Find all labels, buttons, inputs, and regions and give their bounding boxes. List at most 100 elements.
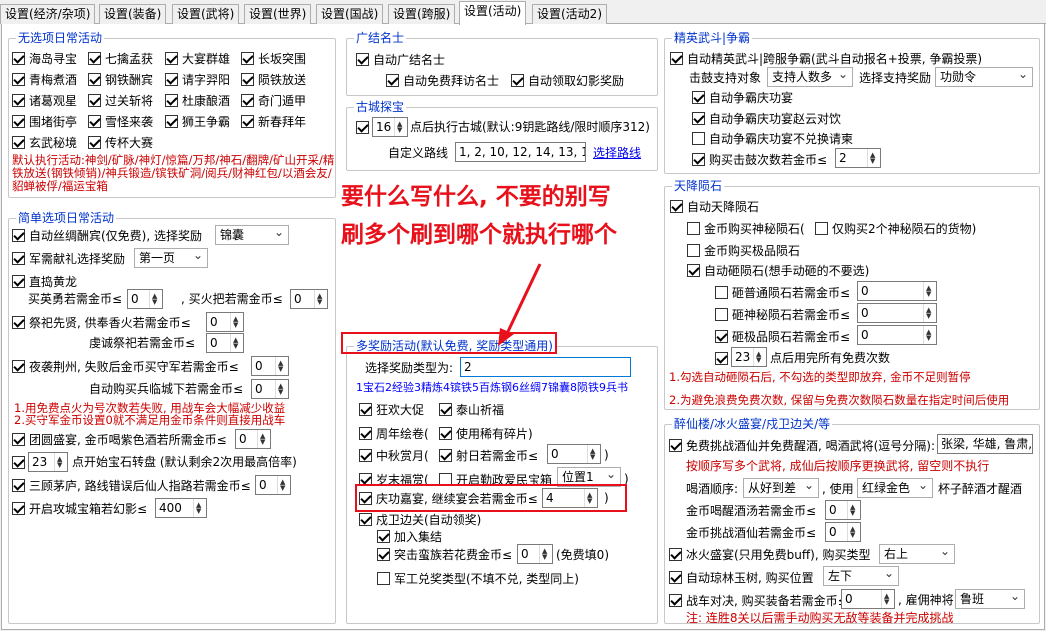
zhidao-checkbox[interactable]: 直捣黄龙	[12, 272, 77, 290]
chariot-checkbox[interactable]: 战车对决, 购买装备若需金币≤	[669, 591, 848, 609]
ice-fire-select[interactable]: 右上	[879, 544, 955, 564]
no-option-item-checkbox[interactable]: 狮王争霸	[165, 112, 230, 130]
auto-buy-soldier-stepper[interactable]: 0	[251, 377, 289, 401]
three-visits-stepper[interactable]: 0	[255, 473, 291, 497]
cup-color-select[interactable]: 红绿金色	[857, 478, 933, 498]
celebrate-checkbox[interactable]: 庆功嘉宴, 继续宴会若需金币≤	[359, 489, 538, 507]
smash-best-stepper[interactable]: 0	[857, 323, 937, 347]
buy-drum-stepper[interactable]: 2	[835, 146, 881, 170]
night-raid-checkbox[interactable]: 夜袭荆州, 失败后金币买守军若需金币≤	[12, 357, 239, 375]
elite-drink-checkbox[interactable]: 自动争霸庆功宴赵云对饮	[692, 109, 841, 127]
no-option-item-checkbox[interactable]: 七擒孟获	[88, 49, 153, 67]
attack-city-stepper[interactable]: 400	[155, 496, 207, 520]
no-option-item-checkbox[interactable]: 过关斩将	[88, 91, 153, 109]
buy-best-checkbox[interactable]: 金币购买极品陨石	[687, 241, 800, 259]
tab-generals[interactable]: 设置(武将)	[172, 4, 240, 24]
no-option-item-checkbox[interactable]: 诸葛观星	[12, 91, 77, 109]
sincere-stepper[interactable]: 0	[206, 331, 244, 355]
chariot-stepper[interactable]: 0	[841, 587, 895, 611]
jade-count-stepper[interactable]: 23	[28, 450, 68, 474]
charge-checkbox[interactable]: 突击蛮族若花费金币≤	[377, 545, 512, 563]
no-option-item-checkbox[interactable]: 陨铁放送	[241, 70, 306, 88]
tab-equipment[interactable]: 设置(装备)	[99, 4, 167, 24]
mid-autumn-checkbox[interactable]: 中秋赏月(	[359, 446, 429, 464]
no-option-item-checkbox[interactable]: 海岛寻宝	[12, 49, 77, 67]
gold-sober-stepper[interactable]: 0	[825, 498, 861, 522]
no-option-item-checkbox[interactable]: 奇门遁甲	[241, 91, 306, 109]
tab-events[interactable]: 设置(活动)	[459, 1, 527, 25]
free-times-stepper[interactable]: 23	[731, 345, 767, 369]
generals-input[interactable]: 张梁, 华雄, 鲁肃,	[937, 434, 1033, 454]
stepper-arrows[interactable]	[881, 587, 894, 611]
hire-select[interactable]: 鲁班	[955, 589, 1025, 609]
buy-mystery-checkbox[interactable]: 金币购买神秘陨石(	[687, 219, 805, 237]
smash-mystery-stepper[interactable]: 0	[857, 301, 937, 325]
stepper-arrows[interactable]	[847, 498, 860, 522]
stepper-arrows[interactable]	[54, 450, 67, 474]
no-option-item-checkbox[interactable]: 长坂突围	[241, 49, 306, 67]
recruit-auto-checkbox[interactable]: 自动广结名士	[356, 50, 445, 68]
stepper-arrows[interactable]	[314, 287, 327, 311]
stepper-arrows[interactable]	[539, 542, 552, 566]
sacrifice-checkbox[interactable]: 祭祀先贤, 供奉香火若需金币≤	[12, 313, 191, 331]
free-challenge-checkbox[interactable]: 免费挑战酒仙并免费醒酒, 喝酒武将(逗号分隔):	[669, 436, 935, 454]
auto-smash-checkbox[interactable]: 自动砸陨石(想手动砸的不要选)	[687, 261, 869, 279]
charge-stepper[interactable]: 0	[517, 542, 553, 566]
shoot-sun-stepper[interactable]: 0	[547, 442, 601, 466]
smash-mystery-checkbox[interactable]: 砸神秘陨石若需金币≤	[715, 305, 850, 323]
tab-cross-server[interactable]: 设置(跨服)	[388, 4, 456, 24]
smash-best-checkbox[interactable]: 砸极品陨石若需金币≤	[715, 327, 850, 345]
jade-tree-select[interactable]: 左下	[823, 566, 899, 586]
no-option-item-checkbox[interactable]: 玄武秘境	[12, 133, 77, 151]
select-route-link[interactable]: 选择路线	[593, 145, 641, 161]
only-two-checkbox[interactable]: 仅购买2个神秘陨石的货物)	[815, 219, 976, 237]
vote-reward-select[interactable]: 功勋令	[935, 67, 1033, 87]
jade-checkbox[interactable]	[12, 453, 29, 471]
no-option-item-checkbox[interactable]: 钢铁酬宾	[88, 70, 153, 88]
carnival-checkbox[interactable]: 狂欢大促	[359, 400, 424, 418]
vote-target-select[interactable]: 支持人数多	[767, 67, 853, 87]
stepper-arrows[interactable]	[230, 310, 243, 334]
no-option-item-checkbox[interactable]: 杜康酿酒	[165, 91, 230, 109]
recruit-free-visit-checkbox[interactable]: 自动免费拜访名士	[386, 71, 499, 89]
stepper-arrows[interactable]	[149, 287, 162, 311]
no-option-item-checkbox[interactable]: 大宴群雄	[165, 49, 230, 67]
stepper-arrows[interactable]	[257, 427, 270, 451]
reunion-stepper[interactable]: 0	[235, 427, 271, 451]
stepper-arrows[interactable]	[275, 354, 288, 378]
use-rare-checkbox[interactable]: 使用稀有碎片)	[439, 424, 533, 442]
stepper-arrows[interactable]	[394, 115, 407, 139]
ancient-city-count-stepper[interactable]: 16	[372, 115, 408, 139]
stepper-arrows[interactable]	[584, 486, 597, 510]
no-option-item-checkbox[interactable]: 雪怪来袭	[88, 112, 153, 130]
three-visits-checkbox[interactable]: 三顾茅庐, 路线错误后仙人指路若需金币≤	[12, 476, 251, 494]
anniversary-checkbox[interactable]: 周年绘卷(	[359, 424, 429, 442]
no-option-item-checkbox[interactable]: 传杯大赛	[88, 133, 153, 151]
add-gather-checkbox[interactable]: 加入集结	[377, 527, 442, 545]
no-option-item-checkbox[interactable]: 请字羿阳	[165, 70, 230, 88]
tab-world[interactable]: 设置(世界)	[244, 4, 312, 24]
stepper-arrows[interactable]	[587, 442, 600, 466]
reward-type-input[interactable]: 2	[460, 357, 631, 377]
military-reward-select[interactable]: 第一页	[134, 248, 208, 268]
stepper-arrows[interactable]	[867, 146, 880, 170]
tab-economy[interactable]: 设置(经济/杂项)	[0, 4, 96, 24]
reunion-checkbox[interactable]: 团圆盛宴, 金币喝紫色酒若所需金币≤	[12, 430, 227, 448]
stepper-arrows[interactable]	[923, 301, 936, 325]
stepper-arrows[interactable]	[923, 279, 936, 303]
silk-checkbox[interactable]: 自动丝绸酬宾(仅免费), 选择奖励	[12, 226, 202, 244]
buy-torch-stepper[interactable]: 0	[290, 287, 328, 311]
elite-celebrate-checkbox[interactable]: 自动争霸庆功宴	[692, 88, 793, 106]
shoot-sun-checkbox[interactable]: 射日若需金币≤	[439, 446, 538, 464]
meteor-auto-checkbox[interactable]: 自动天降陨石	[670, 197, 759, 215]
attack-city-checkbox[interactable]: 开启攻城宝箱若幻影≤	[12, 499, 147, 517]
no-option-item-checkbox[interactable]: 新春拜年	[241, 112, 306, 130]
route-input[interactable]: 1, 2, 10, 12, 14, 13, 11, 4,	[455, 142, 586, 162]
celebrate-stepper[interactable]: 4	[542, 486, 598, 510]
sacrifice-stepper[interactable]: 0	[206, 310, 244, 334]
stepper-arrows[interactable]	[275, 377, 288, 401]
stepper-arrows[interactable]	[923, 323, 936, 347]
no-option-item-checkbox[interactable]: 青梅煮酒	[12, 70, 77, 88]
ice-fire-checkbox[interactable]: 冰火盛宴(只用免费buff), 购买类型	[669, 545, 870, 563]
buy-brave-stepper[interactable]: 0	[127, 287, 163, 311]
